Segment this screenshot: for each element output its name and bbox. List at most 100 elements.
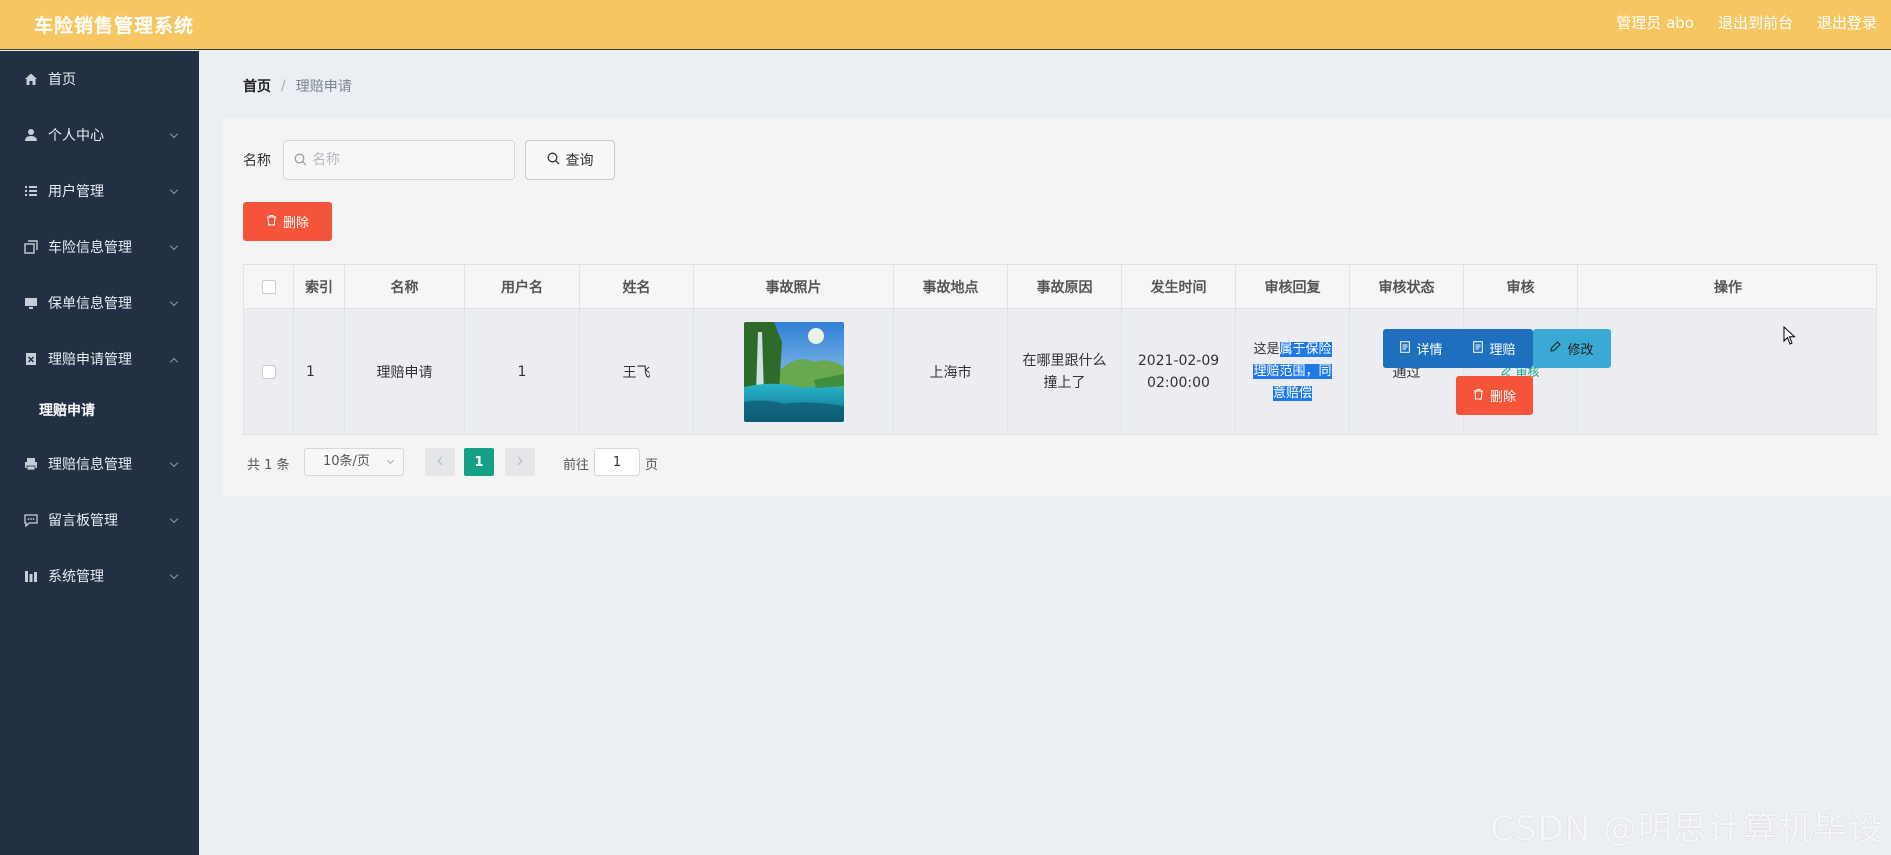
batch-delete-button[interactable]: 删除 — [243, 202, 332, 241]
audit-reply-plain: 这是 — [1253, 341, 1280, 357]
next-page-button[interactable] — [505, 448, 535, 476]
search-name-input[interactable] — [312, 149, 507, 171]
search-name-label: 名称 — [243, 153, 271, 169]
pagination-total: 共 1 条 — [247, 458, 290, 473]
breadcrumb-current: 理赔申请 — [295, 79, 352, 95]
column-header: 名称 — [345, 265, 465, 308]
search-icon — [294, 153, 307, 170]
sidebar-item-label: 留言板管理 — [48, 513, 118, 529]
row-delete-label: 删除 — [1489, 390, 1516, 405]
page-size-select[interactable]: 10条/页 — [304, 448, 404, 476]
sidebar-item-label: 系统管理 — [48, 569, 104, 585]
column-header: 审核状态 — [1350, 265, 1464, 308]
sidebar-item-label: 理赔申请管理 — [48, 352, 132, 368]
column-header: 事故照片 — [694, 265, 894, 308]
page-size-value: 10条/页 — [323, 454, 370, 469]
admin-user-label[interactable]: 管理员 abo — [1616, 12, 1694, 33]
search-icon — [547, 152, 560, 169]
row-delete-button[interactable]: 删除 — [1456, 376, 1533, 415]
column-header: 用户名 — [465, 265, 580, 308]
logout-link[interactable]: 退出登录 — [1817, 12, 1877, 33]
list-icon — [23, 183, 39, 199]
column-header: 姓名 — [580, 265, 694, 308]
goto-suffix: 页 — [645, 458, 659, 473]
sidebar-item-system-management[interactable]: 系统管理 — [0, 548, 199, 604]
column-header: 操作 — [1714, 279, 1742, 296]
accident-photo[interactable] — [743, 321, 844, 422]
sidebar-item-message-board[interactable]: 留言板管理 — [0, 492, 199, 548]
row-select-cell — [244, 309, 294, 434]
query-button-label: 查询 — [565, 153, 594, 169]
goto-page-input[interactable] — [594, 448, 640, 476]
chevron-down-icon — [169, 241, 179, 251]
sidebar-item-policy-info[interactable]: 保单信息管理 — [0, 275, 199, 331]
prev-page-button[interactable] — [425, 448, 455, 476]
claims-table: 索引 名称 用户名 姓名 事故照片 事故地点 事故原因 发生时间 审核回复 审核… — [243, 264, 1877, 435]
breadcrumb-home[interactable]: 首页 — [243, 76, 271, 96]
column-header: 索引 — [294, 265, 345, 308]
sidebar-item-label: 保单信息管理 — [48, 296, 132, 312]
sidebar-item-personal-center[interactable]: 个人中心 — [0, 107, 199, 163]
sidebar-item-insurance-info[interactable]: 车险信息管理 — [0, 219, 199, 275]
cell-location: 上海市 — [894, 309, 1008, 434]
select-all-checkbox[interactable] — [261, 279, 276, 294]
exit-to-front-link[interactable]: 退出到前台 — [1718, 12, 1793, 33]
batch-delete-label: 删除 — [282, 216, 309, 231]
top-links: 管理员 abo 退出到前台 退出登录 — [1616, 12, 1877, 33]
row-checkbox[interactable] — [261, 364, 276, 379]
cell-real-name: 王飞 — [580, 309, 694, 434]
cell-accident-photo — [694, 309, 894, 434]
sidebar-item-label: 用户管理 — [48, 184, 104, 200]
table-row: 1 理赔申请 1 王飞 上海市 在哪里跟什么撞上了 2021-02-09 02:… — [244, 309, 1876, 434]
app-title: 车险销售管理系统 — [34, 15, 195, 37]
edit-button-label: 修改 — [1567, 343, 1594, 358]
cell-name: 理赔申请 — [345, 309, 465, 434]
document-x-icon — [23, 351, 39, 367]
search-box — [283, 140, 515, 180]
document-icon — [1473, 340, 1484, 357]
page-number-button[interactable]: 1 — [464, 448, 494, 476]
cell-reason: 在哪里跟什么撞上了 — [1008, 309, 1122, 434]
chevron-down-icon — [169, 185, 179, 195]
sidebar-item-label: 个人中心 — [48, 128, 104, 144]
query-button[interactable]: 查询 — [525, 140, 615, 180]
chevron-left-icon — [436, 455, 444, 470]
copy-icon — [23, 239, 39, 255]
cell-actions — [1578, 309, 1878, 434]
column-header: 事故地点 — [894, 265, 1008, 308]
header-select-all — [244, 265, 294, 308]
breadcrumb: 首页 / 理赔申请 — [243, 76, 352, 96]
chevron-right-icon — [516, 455, 524, 470]
home-icon — [23, 71, 39, 87]
edit-button[interactable]: 修改 — [1533, 329, 1611, 368]
sidebar-item-user-management[interactable]: 用户管理 — [0, 163, 199, 219]
sidebar-item-label: 理赔信息管理 — [48, 457, 132, 473]
claim-button-label: 理赔 — [1489, 343, 1516, 358]
claim-button[interactable]: 理赔 — [1456, 329, 1533, 368]
column-header: 事故原因 — [1008, 265, 1122, 308]
chevron-down-icon — [386, 456, 395, 465]
chevron-down-icon — [169, 458, 179, 468]
monitor-icon — [23, 295, 39, 311]
printer-icon — [23, 456, 39, 472]
detail-button-label: 详情 — [1416, 343, 1443, 358]
document-icon — [1400, 340, 1411, 357]
trash-icon — [266, 214, 277, 230]
sidebar-subitem-claim-application[interactable]: 理赔申请 — [0, 390, 199, 430]
cell-audit-status: 通过 — [1350, 309, 1464, 434]
cell-username: 1 — [465, 309, 580, 434]
table-header: 索引 名称 用户名 姓名 事故照片 事故地点 事故原因 发生时间 审核回复 审核… — [244, 265, 1876, 309]
edit-icon — [1550, 341, 1562, 356]
mouse-cursor-icon — [1783, 325, 1797, 350]
sidebar-item-label: 车险信息管理 — [48, 240, 132, 256]
column-header: 审核 — [1464, 265, 1578, 308]
breadcrumb-separator: / — [281, 78, 286, 94]
chevron-up-icon — [169, 357, 179, 367]
cell-audit-reply: 这是属于保险理赔范围，同意赔偿 — [1236, 309, 1350, 434]
sidebar-item-home[interactable]: 首页 — [0, 51, 199, 107]
sidebar-item-claim-info-management[interactable]: 理赔信息管理 — [0, 436, 199, 492]
sidebar-item-label: 首页 — [48, 72, 76, 88]
sidebar-item-claim-application-management[interactable]: 理赔申请管理 — [0, 331, 199, 387]
detail-button[interactable]: 详情 — [1383, 329, 1460, 368]
chevron-down-icon — [169, 129, 179, 139]
